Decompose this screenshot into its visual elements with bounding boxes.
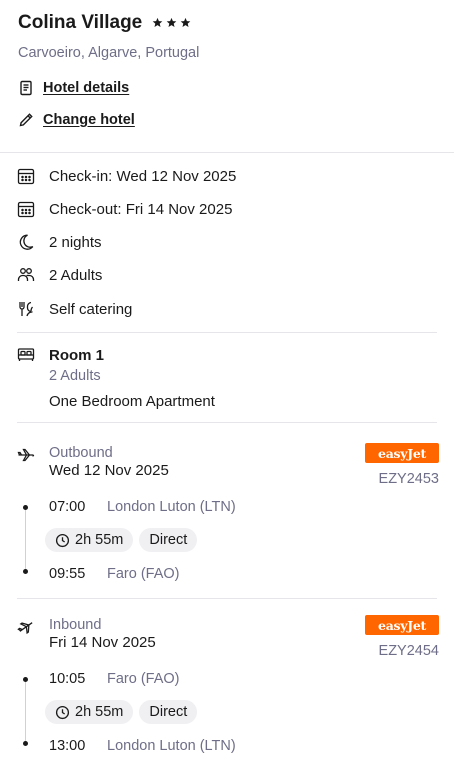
room-section: Room 1 2 Adults One Bedroom Apartment: [17, 346, 215, 412]
arrival-time: 13:00: [49, 738, 86, 754]
document-icon: [20, 80, 32, 96]
board-row: Self catering: [17, 299, 132, 319]
timeline-dot: [23, 569, 28, 574]
timeline-line: [25, 507, 26, 571]
hotel-location: Carvoeiro, Algarve, Portugal: [18, 45, 200, 61]
nights-text: 2 nights: [49, 233, 102, 251]
hotel-details-row[interactable]: Hotel details: [18, 80, 129, 96]
divider: [17, 422, 437, 423]
check-in-text: Check-in: Wed 12 Nov 2025: [49, 167, 237, 185]
divider: [17, 332, 437, 333]
clock-icon: [55, 705, 70, 719]
star-icon: [180, 17, 191, 27]
flight-date: Wed 12 Nov 2025: [49, 462, 169, 479]
change-hotel-link[interactable]: Change hotel: [43, 112, 135, 128]
calendar-icon: [17, 168, 35, 185]
stops-text: Direct: [149, 532, 188, 548]
duration-text: 2h 55m: [75, 532, 124, 548]
timeline-dot: [23, 741, 28, 746]
stops-chip: Direct: [139, 528, 198, 552]
guests-text: 2 Adults: [49, 266, 103, 284]
flight-chips: 2h 55m Direct: [45, 700, 198, 724]
room-title: Room 1: [49, 347, 105, 364]
room-type: One Bedroom Apartment: [49, 393, 215, 410]
check-out-text: Check-out: Fri 14 Nov 2025: [49, 200, 233, 218]
duration-chip: 2h 55m: [45, 700, 134, 724]
flight-number: EZY2453: [378, 471, 439, 487]
room-occupancy: 2 Adults: [49, 368, 101, 384]
divider: [17, 598, 437, 599]
divider: [0, 152, 454, 153]
plane-departure-icon: [17, 448, 35, 462]
flight-chips: 2h 55m Direct: [45, 528, 198, 552]
flight-date: Fri 14 Nov 2025: [49, 634, 156, 651]
people-icon: [17, 268, 35, 281]
duration-text: 2h 55m: [75, 704, 124, 720]
cutlery-icon: [19, 301, 34, 317]
departure-time: 10:05: [49, 671, 86, 687]
board-text: Self catering: [49, 300, 133, 318]
plane-arrival-icon: [17, 622, 33, 635]
clock-icon: [55, 533, 70, 547]
hotel-details-link[interactable]: Hotel details: [43, 80, 129, 96]
flight-direction: Inbound: [49, 617, 102, 633]
hotel-header: Colina Village Carvoeiro, Algarve, Portu…: [18, 12, 436, 61]
arrival-time: 09:55: [49, 566, 86, 582]
stops-text: Direct: [149, 704, 188, 720]
duration-chip: 2h 55m: [45, 528, 134, 552]
pencil-icon: [19, 113, 33, 127]
departure-airport: Faro (FAO): [107, 671, 180, 687]
change-hotel-row[interactable]: Change hotel: [18, 112, 135, 128]
flight-direction: Outbound: [49, 445, 113, 461]
room-details: Room 1 2 Adults One Bedroom Apartment: [49, 346, 215, 412]
guests-row: 2 Adults: [17, 265, 102, 285]
star-rating: [152, 17, 191, 28]
hotel-title-row: Colina Village: [18, 12, 436, 34]
flight-number: EZY2454: [378, 643, 439, 659]
nights-row: 2 nights: [17, 232, 102, 252]
arrival-airport: Faro (FAO): [107, 566, 180, 582]
departure-time: 07:00: [49, 499, 86, 515]
timeline-line: [25, 679, 26, 743]
star-icon: [166, 17, 177, 27]
check-out-row: Check-out: Fri 14 Nov 2025: [17, 199, 232, 219]
star-icon: [152, 17, 163, 27]
departure-airport: London Luton (LTN): [107, 499, 236, 515]
timeline-dot: [23, 677, 28, 682]
check-in-row: Check-in: Wed 12 Nov 2025: [17, 166, 236, 186]
calendar-icon: [17, 201, 35, 218]
stops-chip: Direct: [139, 700, 198, 724]
airline-logo: easyJet: [365, 443, 439, 463]
timeline-dot: [23, 505, 28, 510]
hotel-name: Colina Village: [18, 12, 143, 33]
bed-icon: [17, 348, 35, 361]
arrival-airport: London Luton (LTN): [107, 738, 236, 754]
airline-logo: easyJet: [365, 615, 439, 635]
moon-icon: [19, 234, 34, 250]
